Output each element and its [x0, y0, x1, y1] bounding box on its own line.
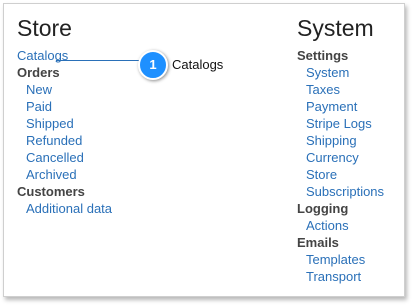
- orders-refunded-link[interactable]: Refunded: [26, 133, 82, 148]
- system-menu: Settings System Taxes Payment Stripe Log…: [297, 47, 407, 285]
- callout-connector-line: [56, 60, 142, 61]
- system-title: System: [297, 15, 374, 41]
- admin-menu-card: Store Catalogs Orders New Paid Shipped R…: [3, 3, 405, 297]
- customers-heading: Customers: [17, 184, 85, 199]
- store-title: Store: [17, 15, 72, 41]
- customers-additional-data-link[interactable]: Additional data: [26, 201, 112, 216]
- settings-stripe-logs-link[interactable]: Stripe Logs: [306, 116, 372, 131]
- emails-transport-link[interactable]: Transport: [306, 269, 361, 284]
- orders-archived-link[interactable]: Archived: [26, 167, 77, 182]
- orders-new-link[interactable]: New: [26, 82, 52, 97]
- settings-currency-link[interactable]: Currency: [306, 150, 359, 165]
- settings-store-link[interactable]: Store: [306, 167, 337, 182]
- orders-heading: Orders: [17, 65, 60, 80]
- settings-payment-link[interactable]: Payment: [306, 99, 357, 114]
- settings-heading: Settings: [297, 48, 349, 63]
- logging-actions-link[interactable]: Actions: [306, 218, 349, 233]
- settings-subscriptions-link[interactable]: Subscriptions: [306, 184, 384, 199]
- orders-cancelled-link[interactable]: Cancelled: [26, 150, 84, 165]
- callout-number-badge: 1: [138, 50, 168, 80]
- emails-templates-link[interactable]: Templates: [306, 252, 365, 267]
- logging-heading: Logging: [297, 201, 349, 216]
- orders-paid-link[interactable]: Paid: [26, 99, 52, 114]
- callout-label: Catalogs: [172, 57, 224, 72]
- orders-shipped-link[interactable]: Shipped: [26, 116, 74, 131]
- store-menu: Catalogs Orders New Paid Shipped Refunde…: [17, 47, 127, 217]
- settings-shipping-link[interactable]: Shipping: [306, 133, 357, 148]
- settings-system-link[interactable]: System: [306, 65, 349, 80]
- emails-heading: Emails: [297, 235, 339, 250]
- settings-taxes-link[interactable]: Taxes: [306, 82, 340, 97]
